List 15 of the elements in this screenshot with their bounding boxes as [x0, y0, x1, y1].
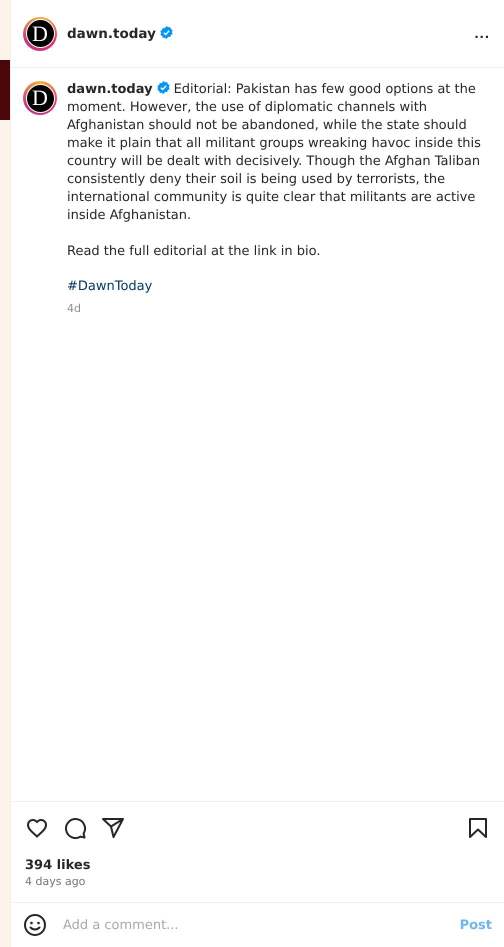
comment-button[interactable] — [63, 816, 87, 840]
caption-text: dawn.today Editorial: Pakistan has few good options at the moment. However, the use of diplomatic channels with Afghanistan should not be abandoned, while the state should make it plain that all militant groups wreaking havoc inside this country will be dealt with decisively. Though the Afghan Taliban consistently deny their soil is being used by terrorists, the international community is quite clear that militants are active inside Afghanistan. — [67, 81, 482, 225]
more-options-button[interactable]: ... — [474, 25, 490, 42]
avatar[interactable]: D — [23, 81, 57, 115]
hashtag-link[interactable]: #DawnToday — [67, 279, 152, 294]
avatar[interactable]: D — [23, 16, 57, 50]
share-button[interactable] — [101, 816, 125, 840]
save-button[interactable] — [466, 816, 490, 840]
username-link[interactable]: dawn.today — [67, 26, 173, 42]
emoji-button[interactable] — [23, 913, 47, 937]
caption-text: Read the full editorial at the link in bio. — [67, 243, 322, 261]
like-button[interactable] — [25, 816, 49, 840]
post-time: 4 days ago — [24, 874, 86, 890]
like-count[interactable]: 394 likes — [11, 848, 504, 873]
post-age: 4d — [67, 302, 82, 315]
